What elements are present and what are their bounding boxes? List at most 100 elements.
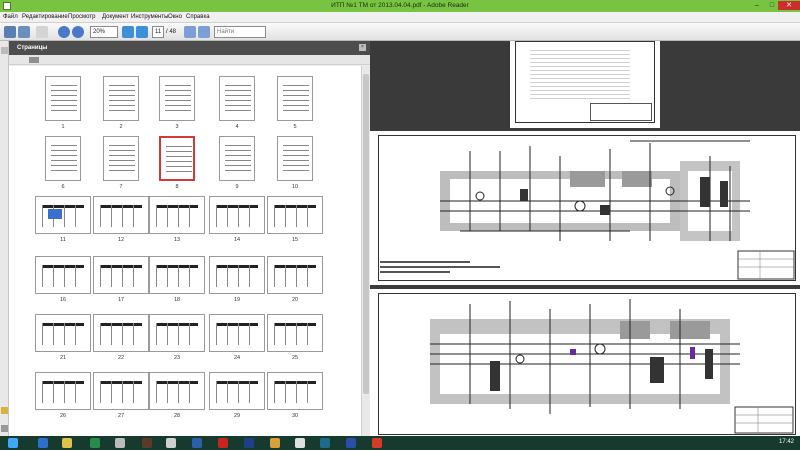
page-thumbnail[interactable] xyxy=(267,196,323,234)
page-thumbnail[interactable] xyxy=(93,372,149,410)
page-thumbnail[interactable] xyxy=(209,372,265,410)
page-thumbnail[interactable] xyxy=(219,76,255,121)
page-thumbnail[interactable] xyxy=(93,256,149,294)
app-icon-7[interactable] xyxy=(192,438,202,448)
page-thumbnail[interactable] xyxy=(35,256,91,294)
word-icon[interactable] xyxy=(346,438,356,448)
app-icon-10[interactable] xyxy=(270,438,280,448)
fit-width-icon[interactable] xyxy=(198,26,210,38)
page-thumbnail[interactable] xyxy=(149,256,205,294)
thumb-text-line xyxy=(225,165,251,166)
prev-page-icon[interactable] xyxy=(122,26,134,38)
zoom-in-icon[interactable] xyxy=(72,26,84,38)
find-input[interactable]: Найти xyxy=(214,26,266,38)
page-thumbnail[interactable] xyxy=(209,256,265,294)
thumb-text-line xyxy=(283,145,309,146)
pages-icon[interactable] xyxy=(1,47,8,54)
thumb-drawing xyxy=(216,205,258,208)
panel-close-button[interactable]: × xyxy=(359,44,366,51)
next-page-icon[interactable] xyxy=(136,26,148,38)
page-thumbnail[interactable] xyxy=(45,136,81,181)
thumb-color-mark xyxy=(48,209,62,219)
menu-file[interactable]: Файл xyxy=(3,14,18,20)
comments-icon[interactable] xyxy=(1,407,8,414)
thumb-drawing xyxy=(42,265,84,268)
thumb-drawing-line xyxy=(285,205,286,227)
thumb-text-line xyxy=(283,170,309,171)
minimize-button[interactable]: – xyxy=(750,1,764,10)
page-thumbnail[interactable] xyxy=(103,76,139,121)
adobe-reader-icon[interactable] xyxy=(372,438,382,448)
page-thumbnail[interactable] xyxy=(267,256,323,294)
page-thumbnail[interactable] xyxy=(219,136,255,181)
page-thumbnail[interactable] xyxy=(159,136,195,181)
menu-tools[interactable]: Инструменты xyxy=(131,14,168,20)
page-thumbnail[interactable] xyxy=(149,372,205,410)
thumb-drawing xyxy=(216,381,258,384)
thumb-drawing xyxy=(274,323,316,326)
thumb-text-line xyxy=(166,171,192,172)
thumb-text-line xyxy=(283,150,309,151)
page-number-label: 24 xyxy=(233,355,241,361)
page-thumbnail[interactable] xyxy=(35,372,91,410)
page-number-input[interactable]: 11 xyxy=(152,26,164,38)
page-thumbnail[interactable] xyxy=(267,372,323,410)
page-thumbnail[interactable] xyxy=(35,314,91,352)
excel-icon[interactable] xyxy=(90,438,100,448)
share-icon[interactable] xyxy=(18,26,30,38)
thumb-text-line xyxy=(225,170,251,171)
menu-edit[interactable]: Редактирование xyxy=(22,14,68,20)
page-thumbnail[interactable] xyxy=(149,314,205,352)
thumb-drawing-line xyxy=(307,381,308,403)
zoom-input[interactable]: 20% xyxy=(90,26,118,38)
page-thumbnail[interactable] xyxy=(277,76,313,121)
fit-page-icon[interactable] xyxy=(184,26,196,38)
menu-document[interactable]: Документ xyxy=(102,14,129,20)
page-thumbnail[interactable] xyxy=(45,76,81,121)
print-icon[interactable] xyxy=(4,26,16,38)
page-thumbnail[interactable] xyxy=(159,76,195,121)
thumb-text-line xyxy=(165,105,191,106)
zoom-out-icon[interactable] xyxy=(58,26,70,38)
thumb-text-line xyxy=(225,150,251,151)
page-number-label: 6 xyxy=(61,184,65,190)
app-icon-5[interactable] xyxy=(142,438,152,448)
opera-icon[interactable] xyxy=(218,438,228,448)
thumbnail-list[interactable]: 1 2 3 4 5 6 7 8 9 10 11 12 13 14 15 16 17 18 19 20 21 22 23 24 2… xyxy=(9,66,361,436)
start-icon[interactable] xyxy=(8,438,18,448)
options-icon[interactable] xyxy=(29,57,39,63)
app-icon-11[interactable] xyxy=(295,438,305,448)
page-thumbnail[interactable] xyxy=(277,136,313,181)
page-thumbnail[interactable] xyxy=(103,136,139,181)
explorer-icon[interactable] xyxy=(62,438,72,448)
maximize-button[interactable]: □ xyxy=(765,1,779,10)
panel-scrollbar[interactable] xyxy=(361,66,370,436)
thumb-drawing-line xyxy=(296,323,297,345)
email-icon[interactable] xyxy=(36,26,48,38)
menu-window[interactable]: Окно xyxy=(168,14,182,20)
close-button[interactable]: ✕ xyxy=(778,1,800,10)
page-thumbnail[interactable] xyxy=(149,196,205,234)
page-number-label: 15 xyxy=(291,237,299,243)
app-icon-12[interactable] xyxy=(320,438,330,448)
menu-view[interactable]: Просмотр xyxy=(68,14,95,20)
scrollbar-thumb[interactable] xyxy=(363,74,369,394)
thumb-drawing-line xyxy=(100,381,101,403)
page-number-label: 16 xyxy=(59,297,67,303)
page-thumbnail[interactable] xyxy=(93,314,149,352)
app-icon-4[interactable] xyxy=(115,438,125,448)
page-thumbnail[interactable] xyxy=(209,196,265,234)
app-icon-9[interactable] xyxy=(244,438,254,448)
document-view[interactable] xyxy=(370,41,800,436)
ie-icon[interactable] xyxy=(38,438,48,448)
thumb-drawing-line xyxy=(307,265,308,287)
menu-help[interactable]: Справка xyxy=(186,14,210,20)
app-icon-6[interactable] xyxy=(166,438,176,448)
page-number-label: 7 xyxy=(119,184,123,190)
page-thumbnail[interactable] xyxy=(209,314,265,352)
thumb-text-line xyxy=(51,150,77,151)
page-thumbnail[interactable] xyxy=(93,196,149,234)
attachments-icon[interactable] xyxy=(1,425,8,432)
page-thumbnail[interactable] xyxy=(267,314,323,352)
page-thumbnail[interactable] xyxy=(35,196,91,234)
